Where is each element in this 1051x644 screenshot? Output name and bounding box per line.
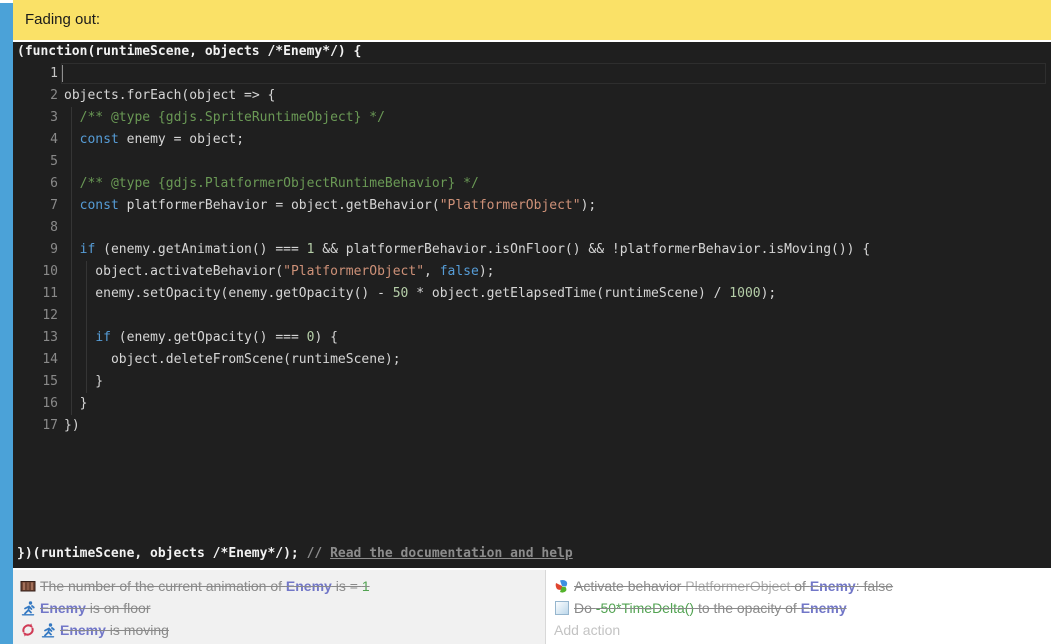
code-line[interactable]: 17}) xyxy=(13,415,1051,437)
line-number: 11 xyxy=(13,283,58,305)
code-line[interactable]: 5 xyxy=(13,151,1051,173)
code-footer-comment-prefix: // xyxy=(307,546,330,561)
comment-event-text: Fading out: xyxy=(25,11,100,28)
condition-row-text: Enemy is moving xyxy=(60,622,169,638)
line-number: 16 xyxy=(13,393,58,415)
line-content: object.deleteFromScene(runtimeScene); xyxy=(64,349,401,371)
invert-icon xyxy=(20,622,36,638)
condition-row-text: The number of the current animation of E… xyxy=(40,578,370,594)
code-line[interactable]: 10 object.activateBehavior("PlatformerOb… xyxy=(13,261,1051,283)
line-number: 4 xyxy=(13,129,58,151)
code-editor[interactable]: 12objects.forEach(object => {3 /** @type… xyxy=(13,63,1051,545)
code-line[interactable]: 13 if (enemy.getOpacity() === 0) { xyxy=(13,327,1051,349)
event-indent-strip xyxy=(0,3,13,644)
line-number: 5 xyxy=(13,151,58,173)
line-content: const platformerBehavior = object.getBeh… xyxy=(64,195,596,217)
line-number: 7 xyxy=(13,195,58,217)
comment-event[interactable]: Fading out: xyxy=(13,0,1051,40)
code-wrapper-footer: })(runtimeScene, objects /*Enemy*/); // … xyxy=(13,545,1051,568)
line-number: 17 xyxy=(13,415,58,437)
behavior-icon xyxy=(554,578,570,594)
code-line[interactable]: 2 objects.forEach(object => { xyxy=(13,85,1051,107)
events-sheet: Fading out: (function(runtimeScene, obje… xyxy=(0,0,1051,644)
animation-icon xyxy=(20,578,36,594)
js-code-event[interactable]: (function(runtimeScene, objects /*Enemy*… xyxy=(13,42,1051,568)
opacity-icon xyxy=(554,600,570,616)
code-line[interactable]: 7 const platformerBehavior = object.getB… xyxy=(13,195,1051,217)
code-footer-text: })(runtimeScene, objects /*Enemy*/); xyxy=(17,546,307,561)
line-content: enemy.setOpacity(enemy.getOpacity() - 50… xyxy=(64,283,776,305)
line-number: 12 xyxy=(13,305,58,327)
event-conditions-actions: The number of the current animation of E… xyxy=(13,570,1051,644)
line-content: /** @type {gdjs.SpriteRuntimeObject} */ xyxy=(64,107,385,129)
condition-row-text: Enemy is on floor xyxy=(40,600,151,616)
condition-row[interactable]: The number of the current animation of E… xyxy=(13,575,545,597)
add-action-button[interactable]: Add action xyxy=(546,619,1051,641)
line-number: 13 xyxy=(13,327,58,349)
line-content: objects.forEach(object => { xyxy=(64,85,275,107)
code-lines: 12objects.forEach(object => {3 /** @type… xyxy=(13,63,1051,437)
line-content: /** @type {gdjs.PlatformerObjectRuntimeB… xyxy=(64,173,479,195)
line-number: 6 xyxy=(13,173,58,195)
code-line[interactable]: 16 } xyxy=(13,393,1051,415)
code-wrapper-header: (function(runtimeScene, objects /*Enemy*… xyxy=(13,42,1051,63)
line-content: } xyxy=(64,371,103,393)
line-content: const enemy = object; xyxy=(64,129,244,151)
action-row[interactable]: Activate behavior PlatformerObject of En… xyxy=(546,575,1051,597)
code-line[interactable]: 4 const enemy = object; xyxy=(13,129,1051,151)
conditions-column[interactable]: The number of the current animation of E… xyxy=(13,570,545,644)
code-line[interactable]: 14 object.deleteFromScene(runtimeScene); xyxy=(13,349,1051,371)
code-line[interactable]: 12 xyxy=(13,305,1051,327)
platformer-icon xyxy=(40,622,56,638)
code-line[interactable]: 9 if (enemy.getAnimation() === 1 && plat… xyxy=(13,239,1051,261)
action-row[interactable]: Do -50*TimeDelta() to the opacity of Ene… xyxy=(546,597,1051,619)
code-line[interactable]: 6 /** @type {gdjs.PlatformerObjectRuntim… xyxy=(13,173,1051,195)
action-row-text: Do -50*TimeDelta() to the opacity of Ene… xyxy=(574,600,847,616)
code-line[interactable]: 15 } xyxy=(13,371,1051,393)
actions-column[interactable]: Activate behavior PlatformerObject of En… xyxy=(545,570,1051,644)
line-number: 14 xyxy=(13,349,58,371)
line-content: object.activateBehavior("PlatformerObjec… xyxy=(64,261,495,283)
action-row-text: Activate behavior PlatformerObject of En… xyxy=(574,578,893,594)
condition-row[interactable]: Enemy is on floor xyxy=(13,597,545,619)
code-line[interactable]: 1 xyxy=(13,63,1051,85)
code-line[interactable]: 3 /** @type {gdjs.SpriteRuntimeObject} *… xyxy=(13,107,1051,129)
condition-row[interactable]: Enemy is moving xyxy=(13,619,545,641)
line-number: 1 xyxy=(13,63,58,85)
line-number: 9 xyxy=(13,239,58,261)
line-number: 10 xyxy=(13,261,58,283)
platformer-icon xyxy=(20,600,36,616)
line-content: } xyxy=(64,393,87,415)
line-number: 3 xyxy=(13,107,58,129)
code-line[interactable]: 8 xyxy=(13,217,1051,239)
line-number: 2 xyxy=(13,85,58,107)
line-content: }) xyxy=(64,415,80,437)
line-content: if (enemy.getAnimation() === 1 && platfo… xyxy=(64,239,870,261)
line-number: 8 xyxy=(13,217,58,239)
line-content: if (enemy.getOpacity() === 0) { xyxy=(64,327,338,349)
documentation-link[interactable]: Read the documentation and help xyxy=(330,546,573,561)
line-number: 15 xyxy=(13,371,58,393)
code-line[interactable]: 11 enemy.setOpacity(enemy.getOpacity() -… xyxy=(13,283,1051,305)
